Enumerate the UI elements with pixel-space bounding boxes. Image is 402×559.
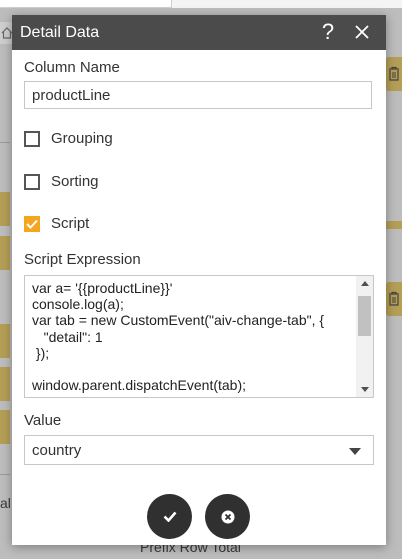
column-name-input[interactable] [24, 81, 372, 109]
grouping-label: Grouping [51, 130, 113, 147]
grouping-checkbox-row[interactable]: Grouping [24, 130, 113, 147]
dropdown-caret-icon [349, 448, 361, 455]
script-checkbox-row[interactable]: Script [24, 215, 89, 232]
value-select-text: country [32, 442, 82, 459]
scroll-up-arrow-icon [360, 281, 369, 286]
sorting-label: Sorting [51, 173, 99, 190]
background-field-text: al [0, 495, 11, 511]
value-select[interactable]: country [24, 435, 374, 465]
background-divider [0, 474, 10, 475]
cancel-x-icon [221, 510, 234, 523]
script-scrollbar[interactable] [356, 276, 373, 397]
help-button[interactable]: ? [316, 20, 340, 44]
background-top-box [0, 0, 172, 8]
background-delete-button [386, 282, 402, 316]
checkmark-icon [26, 219, 38, 229]
background-top-bar [0, 0, 402, 8]
script-expression-editor[interactable]: var a= '{{productLine}}' console.log(a);… [24, 275, 374, 398]
confirm-button[interactable] [147, 494, 192, 539]
value-label: Value [24, 412, 62, 429]
scroll-thumb[interactable] [358, 296, 371, 336]
scroll-up-button[interactable] [356, 276, 373, 291]
background-side-tab [0, 236, 10, 270]
detail-data-dialog: Detail Data ? Column Name Grouping Sorti… [12, 15, 386, 545]
script-expression-text[interactable]: var a= '{{productLine}}' console.log(a);… [32, 280, 355, 397]
dialog-header: Detail Data ? [12, 15, 386, 50]
close-icon [355, 25, 369, 39]
trash-icon [389, 291, 399, 306]
dialog-title: Detail Data [20, 23, 100, 41]
background-side-tab [0, 410, 10, 444]
script-checkbox[interactable] [24, 215, 40, 232]
background-delete-button [386, 57, 402, 91]
background-side-tab [0, 192, 10, 226]
background-side-tab [0, 324, 10, 358]
sorting-checkbox-row[interactable]: Sorting [24, 173, 99, 190]
script-label: Script [51, 215, 90, 232]
script-expression-label: Script Expression [24, 251, 141, 268]
help-icon: ? [321, 19, 335, 44]
background-divider [0, 142, 10, 143]
background-side-tab [0, 367, 10, 401]
cancel-button[interactable] [205, 494, 250, 539]
close-button[interactable] [350, 20, 374, 44]
grouping-checkbox[interactable] [24, 130, 40, 147]
column-name-label: Column Name [24, 59, 120, 76]
scroll-down-button[interactable] [356, 382, 373, 397]
background-tab [386, 221, 402, 229]
scroll-down-arrow-icon [360, 387, 369, 392]
trash-icon [389, 66, 399, 81]
sorting-checkbox[interactable] [24, 173, 40, 190]
confirm-check-icon [163, 511, 176, 522]
